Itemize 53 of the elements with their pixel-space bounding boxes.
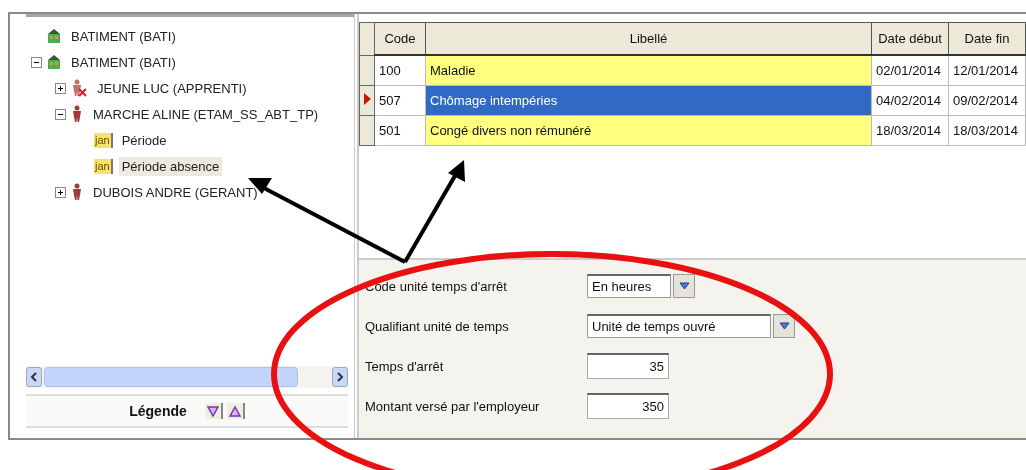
input-field[interactable]: 35 — [587, 353, 669, 379]
column-header[interactable]: Code — [374, 22, 426, 55]
person-icon — [70, 183, 84, 201]
input-field[interactable]: 350 — [587, 393, 669, 419]
tree-item[interactable]: BATIMENT (BATI) — [68, 52, 179, 72]
tree-item[interactable]: Période — [118, 130, 170, 150]
chevron-right-icon — [336, 372, 344, 382]
table-cell: Chômage intempéries — [425, 85, 872, 116]
table-cell: Congé divers non rémunéré — [425, 115, 872, 146]
column-header[interactable]: Libellé — [425, 22, 872, 55]
dropdown-field[interactable]: Unité de temps ouvré — [587, 314, 771, 338]
table-cell: 12/01/2014 — [948, 55, 1026, 86]
table-cell: 18/03/2014 — [948, 115, 1026, 146]
scrollbar-thumb[interactable] — [44, 367, 298, 387]
building-icon — [46, 28, 62, 44]
person-crossed-icon — [70, 79, 88, 97]
field-label: Qualifiant unité de temps — [365, 318, 510, 334]
tree-item[interactable]: DUBOIS ANDRE (GERANT) — [90, 182, 261, 202]
calendar-icon: jan — [94, 132, 113, 148]
building-icon — [46, 54, 62, 70]
dropdown-button[interactable] — [773, 314, 795, 338]
caret-icon — [678, 282, 690, 290]
caret-icon — [778, 322, 790, 330]
chevron-left-icon — [30, 372, 38, 382]
scroll-right-button[interactable] — [332, 367, 348, 387]
table-cell: 507 — [374, 85, 426, 116]
legend-label: Légende — [129, 403, 187, 419]
dropdown-button[interactable] — [673, 274, 695, 298]
scroll-left-button[interactable] — [26, 367, 42, 387]
collapse-toggle[interactable] — [54, 108, 66, 120]
collapse-icon[interactable] — [204, 403, 223, 419]
table-cell: 501 — [374, 115, 426, 146]
field-label: Temps d'arrêt — [365, 358, 445, 374]
table-cell: 04/02/2014 — [871, 85, 949, 116]
expand-toggle[interactable] — [54, 82, 66, 94]
column-header[interactable]: Date début — [871, 22, 949, 55]
collapse-toggle[interactable] — [30, 56, 42, 68]
tree-item[interactable]: MARCHE ALINE (ETAM_SS_ABT_TP) — [90, 104, 322, 124]
tree-item[interactable]: JEUNE LUC (APPRENTI) — [94, 78, 250, 98]
table-cell: 100 — [374, 55, 426, 86]
person-icon — [70, 105, 84, 123]
field-label: Montant versé par l'employeur — [365, 398, 541, 414]
expand-toggle[interactable] — [54, 186, 66, 198]
tree-item[interactable]: Période absence — [118, 156, 223, 176]
expand-icon[interactable] — [226, 403, 245, 419]
table-cell: Maladie — [425, 55, 872, 86]
calendar-icon: jan — [94, 158, 113, 174]
column-header[interactable]: Date fin — [948, 22, 1026, 55]
tree-item[interactable]: BATIMENT (BATI) — [68, 26, 179, 46]
table-cell: 09/02/2014 — [948, 85, 1026, 116]
table-cell: 18/03/2014 — [871, 115, 949, 146]
dropdown-field[interactable]: En heures — [587, 274, 671, 298]
table-cell: 02/01/2014 — [871, 55, 949, 86]
